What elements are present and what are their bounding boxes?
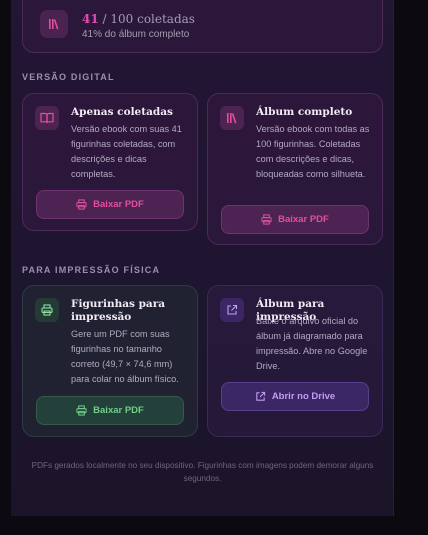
collection-total: / 100 coletadas (98, 12, 195, 26)
book-open-icon (35, 106, 59, 130)
card-title: Figurinhas para impressão (71, 298, 166, 323)
section-title-digital: VERSÃO DIGITAL (22, 72, 115, 82)
books-icon (220, 106, 244, 130)
card-complete-ebook: Álbum completo Versão ebook com todas as… (207, 93, 383, 245)
card-description: Baixe o arquivo oficial do álbum já diag… (256, 316, 368, 371)
external-link-icon (255, 391, 266, 402)
printer-icon (261, 214, 272, 225)
collection-progress-card: 41 / 100 coletadas 41% do álbum completo (22, 0, 383, 53)
printer-icon (35, 298, 59, 322)
card-title: Álbum completo (256, 106, 353, 118)
card-stickers-print: Figurinhas para impressão Gere um PDF co… (22, 285, 198, 437)
footer-note: PDFs gerados localmente no seu dispositi… (31, 461, 374, 483)
completion-percentage: 41% do álbum completo (82, 29, 190, 40)
download-pdf-button[interactable]: Baixar PDF (221, 205, 369, 234)
button-label: Baixar PDF (93, 199, 144, 210)
download-pdf-button[interactable]: Baixar PDF (36, 190, 184, 219)
printer-icon (76, 405, 87, 416)
collection-count: 41 / 100 coletadas (82, 12, 195, 26)
external-link-icon (220, 298, 244, 322)
collected-number: 41 (82, 12, 99, 26)
section-title-print: PARA IMPRESSÃO FÍSICA (22, 265, 161, 275)
download-pdf-button[interactable]: Baixar PDF (36, 396, 184, 425)
card-collected-ebook: Apenas coletadas Versão ebook com suas 4… (22, 93, 198, 231)
books-icon (40, 10, 68, 38)
open-in-drive-button[interactable]: Abrir no Drive (221, 382, 369, 411)
card-description: Versão ebook com suas 41 figurinhas cole… (71, 124, 182, 179)
button-label: Abrir no Drive (271, 391, 336, 402)
card-description: Gere um PDF com suas figurinhas no taman… (71, 329, 179, 384)
button-label: Baixar PDF (93, 405, 144, 416)
button-label: Baixar PDF (278, 214, 329, 225)
printer-icon (76, 199, 87, 210)
card-description: Versão ebook com todas as 100 figurinhas… (256, 124, 370, 179)
card-album-print: Álbum para impressão Baixe o arquivo ofi… (207, 285, 383, 437)
card-title: Apenas coletadas (71, 106, 173, 118)
